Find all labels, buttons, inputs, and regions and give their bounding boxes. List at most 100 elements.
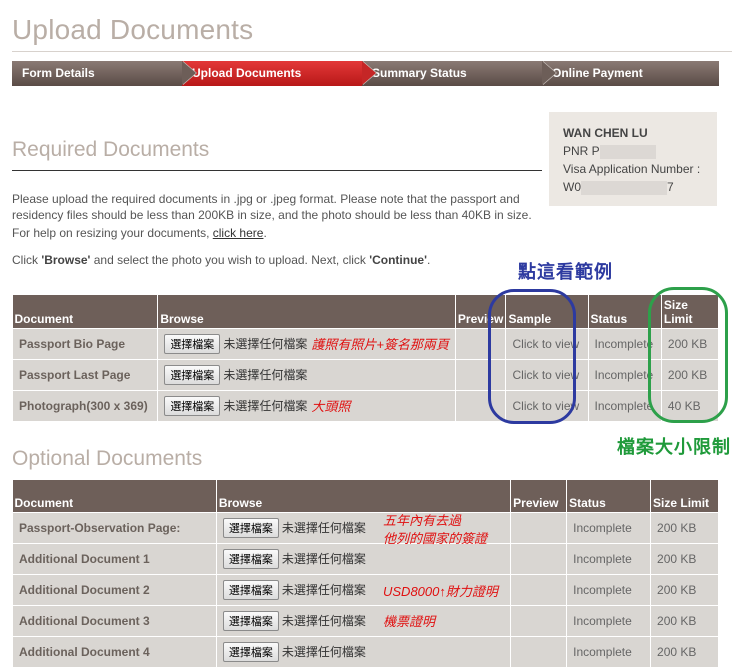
table-row: Photograph(300 x 369) 選擇檔案 未選擇任何檔案 大頭照 Cli… bbox=[11, 389, 720, 422]
choose-file-button[interactable]: 選擇檔案 bbox=[164, 333, 221, 354]
applicant-name: WAN CHEN LU bbox=[563, 126, 648, 140]
optional-documents-title: Optional Documents bbox=[12, 447, 203, 470]
preview-cell bbox=[510, 573, 568, 606]
step-form-details[interactable]: Form Details bbox=[12, 61, 197, 86]
col-browse: Browse bbox=[157, 295, 456, 328]
browse-cell: 選擇檔案 未選擇任何檔案 護照有照片+簽名那兩頁 bbox=[157, 327, 456, 360]
browse-cell: 選擇檔案 未選擇任何檔案 大頭照 bbox=[157, 389, 456, 422]
browse-instructions: Click 'Browse' and select the photo you … bbox=[12, 253, 431, 267]
document-name: Additional Document 4 bbox=[12, 635, 217, 668]
col-browse: Browse bbox=[216, 480, 512, 512]
status-cell: Incomplete bbox=[566, 635, 652, 668]
col-size-limit: Size Limit bbox=[650, 480, 719, 512]
required-divider bbox=[12, 170, 542, 171]
no-file-label: 未選擇任何檔案 bbox=[281, 614, 366, 628]
handwritten-note: 大頭照 bbox=[311, 399, 351, 414]
table-row: Additional Document 3 選擇檔案 未選擇任何檔案 Incomp… bbox=[12, 604, 719, 637]
size-limit-cell: 200 KB bbox=[650, 604, 719, 637]
no-file-label: 未選擇任何檔案 bbox=[281, 552, 366, 566]
col-preview: Preview bbox=[510, 480, 568, 512]
pnr-label: PNR P bbox=[563, 144, 600, 158]
col-status: Status bbox=[566, 480, 652, 512]
step-label: Upload Documents bbox=[192, 66, 302, 80]
size-limit-annotation: 檔案大小限制 bbox=[617, 437, 731, 457]
table-row: Passport-Observation Page: 選擇檔案 未選擇任何檔案 I… bbox=[12, 511, 719, 544]
document-name: Passport Last Page bbox=[11, 358, 159, 391]
size-limit-cell: 200 KB bbox=[650, 573, 719, 606]
table-row: Additional Document 2 選擇檔案 未選擇任何檔案 Incomp… bbox=[12, 573, 719, 606]
col-document: Document bbox=[12, 295, 159, 328]
browse-cell: 選擇檔案 未選擇任何檔案 bbox=[215, 635, 512, 668]
size-limit-highlight-oval bbox=[648, 287, 728, 423]
step-label: Online Payment bbox=[552, 66, 643, 80]
choose-file-button[interactable]: 選擇檔案 bbox=[222, 579, 279, 600]
status-cell: Incomplete bbox=[566, 573, 652, 606]
financial-proof-note: USD8000↑財力證明 bbox=[383, 584, 498, 599]
ticket-proof-note: 機票證明 bbox=[383, 614, 436, 629]
document-name: Additional Document 3 bbox=[12, 604, 217, 637]
visa-prefix: W0 bbox=[563, 180, 581, 194]
required-documents-table: Document Browse Preview Sample Status Si… bbox=[11, 295, 720, 422]
document-name: Passport Bio Page bbox=[11, 327, 159, 360]
no-file-label: 未選擇任何檔案 bbox=[223, 368, 308, 382]
step-summary-status[interactable]: Summary Status bbox=[362, 61, 557, 86]
no-file-label: 未選擇任何檔案 bbox=[223, 399, 308, 413]
preview-cell bbox=[510, 635, 568, 668]
step-label: Form Details bbox=[22, 66, 95, 80]
step-upload-documents[interactable]: Upload Documents bbox=[182, 61, 377, 86]
document-name: Passport-Observation Page: bbox=[12, 511, 217, 544]
handwritten-note: 護照有照片+簽名那兩頁 bbox=[311, 337, 449, 352]
no-file-label: 未選擇任何檔案 bbox=[281, 521, 366, 535]
preview-cell bbox=[510, 511, 568, 544]
click-here-link[interactable]: click here bbox=[213, 226, 264, 240]
visa-number: W0 7 bbox=[563, 178, 703, 196]
size-limit-cell: 200 KB bbox=[650, 511, 719, 544]
no-file-label: 未選擇任何檔案 bbox=[281, 645, 366, 659]
choose-file-button[interactable]: 選擇檔案 bbox=[222, 610, 279, 631]
title-divider bbox=[12, 51, 732, 52]
size-limit-cell: 200 KB bbox=[650, 542, 719, 575]
choose-file-button[interactable]: 選擇檔案 bbox=[222, 548, 279, 569]
table-row: Additional Document 1 選擇檔案 未選擇任何檔案 Incomp… bbox=[12, 542, 719, 575]
table-row: Passport Bio Page 選擇檔案 未選擇任何檔案 護照有照片+簽名那兩頁… bbox=[11, 327, 720, 360]
step-online-payment[interactable]: Online Payment bbox=[542, 61, 719, 86]
browse-cell: 選擇檔案 未選擇任何檔案 bbox=[215, 604, 512, 637]
status-cell: Incomplete bbox=[566, 542, 652, 575]
choose-file-button[interactable]: 選擇檔案 bbox=[222, 517, 279, 538]
no-file-label: 未選擇任何檔案 bbox=[281, 583, 366, 597]
size-limit-cell: 200 KB bbox=[650, 635, 719, 668]
visa-label: Visa Application Number : bbox=[563, 162, 701, 176]
browse-cell: 選擇檔案 未選擇任何檔案 bbox=[215, 542, 512, 575]
choose-file-button[interactable]: 選擇檔案 bbox=[164, 364, 221, 385]
visa-suffix: 7 bbox=[667, 180, 674, 194]
status-cell: Incomplete bbox=[566, 511, 652, 544]
choose-file-button[interactable]: 選擇檔案 bbox=[222, 641, 279, 662]
document-name: Additional Document 2 bbox=[12, 573, 217, 606]
sample-highlight-oval bbox=[488, 289, 576, 424]
document-name: Photograph(300 x 369) bbox=[11, 389, 159, 422]
preview-cell bbox=[510, 604, 568, 637]
required-documents-title: Required Documents bbox=[12, 138, 210, 161]
document-name: Additional Document 1 bbox=[12, 542, 217, 575]
observation-note-line1: 五年內有去過 bbox=[383, 513, 462, 528]
preview-cell bbox=[510, 542, 568, 575]
sample-hint-annotation: 點這看範例 bbox=[518, 262, 613, 282]
page-title: Upload Documents bbox=[12, 14, 254, 45]
no-file-label: 未選擇任何檔案 bbox=[223, 337, 308, 351]
observation-note-line2: 他列的國家的簽證 bbox=[383, 531, 488, 546]
pnr-line: PNR P bbox=[563, 142, 703, 160]
redacted-visa-number bbox=[581, 180, 667, 195]
redacted-pnr bbox=[599, 144, 656, 159]
status-cell: Incomplete bbox=[566, 604, 652, 637]
applicant-info-box: WAN CHEN LU PNR P Visa Application Numbe… bbox=[549, 112, 717, 206]
optional-documents-table: Document Browse Preview Status Size Limi… bbox=[12, 480, 719, 668]
table-row: Additional Document 4 選擇檔案 未選擇任何檔案 Incomp… bbox=[12, 635, 719, 668]
resize-help: For help on resizing your documents, cli… bbox=[12, 226, 267, 240]
choose-file-button[interactable]: 選擇檔案 bbox=[164, 395, 221, 416]
progress-steps: Form Details Upload Documents Summary St… bbox=[12, 61, 719, 86]
table-row: Passport Last Page 選擇檔案 未選擇任何檔案 Click to … bbox=[11, 358, 720, 391]
upload-instructions: Please upload the required documents in … bbox=[12, 192, 532, 222]
browse-cell: 選擇檔案 未選擇任何檔案 bbox=[157, 358, 456, 391]
col-document: Document bbox=[12, 480, 217, 512]
step-label: Summary Status bbox=[372, 66, 467, 80]
